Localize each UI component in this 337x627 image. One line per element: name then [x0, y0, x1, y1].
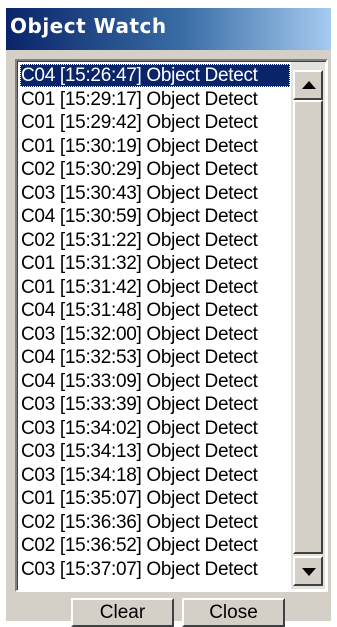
scroll-down-arrow-icon: [302, 568, 316, 576]
list-item[interactable]: C04 [15:30:59] Object Detect: [20, 205, 290, 228]
event-list-inner: C04 [15:26:47] Object Detect C01 [15:29:1…: [17, 61, 326, 590]
list-item[interactable]: C04 [15:31:48] Object Detect: [20, 299, 290, 322]
list-item[interactable]: C01 [15:35:07] Object Detect: [20, 487, 290, 510]
close-button[interactable]: Close: [182, 598, 285, 627]
list-item[interactable]: C03 [15:33:39] Object Detect: [20, 393, 290, 416]
window-title: Object Watch: [10, 14, 167, 38]
list-item[interactable]: C02 [15:30:29] Object Detect: [20, 158, 290, 181]
scroll-up-button[interactable]: [293, 70, 323, 100]
list-item[interactable]: C03 [15:32:00] Object Detect: [20, 323, 290, 346]
list-item[interactable]: C03 [15:34:13] Object Detect: [20, 440, 290, 463]
list-item[interactable]: C01 [15:29:42] Object Detect: [20, 111, 290, 134]
list-item[interactable]: C02 [15:31:22] Object Detect: [20, 229, 290, 252]
list-item[interactable]: C04 [15:26:47] Object Detect: [20, 64, 290, 87]
scroll-up-arrow-icon: [302, 81, 316, 89]
event-list-items: C04 [15:26:47] Object Detect C01 [15:29:1…: [20, 64, 290, 589]
list-item[interactable]: C04 [15:32:53] Object Detect: [20, 346, 290, 369]
title-bar[interactable]: Object Watch: [6, 8, 331, 50]
scroll-thumb[interactable]: [293, 100, 323, 554]
list-item[interactable]: C01 [15:31:42] Object Detect: [20, 276, 290, 299]
list-item[interactable]: C01 [15:29:17] Object Detect: [20, 88, 290, 111]
list-item[interactable]: C04 [15:33:09] Object Detect: [20, 370, 290, 393]
clear-button[interactable]: Clear: [71, 598, 174, 627]
scroll-down-button[interactable]: [293, 556, 323, 586]
list-item[interactable]: C01 [15:31:32] Object Detect: [20, 252, 290, 275]
object-watch-window: Object Watch C04 [15:26:47] Object Detec…: [6, 8, 331, 627]
event-list-box[interactable]: C04 [15:26:47] Object Detect C01 [15:29:1…: [15, 59, 328, 592]
list-item[interactable]: C03 [15:37:07] Object Detect: [20, 558, 290, 581]
list-item[interactable]: C02 [15:36:52] Object Detect: [20, 534, 290, 557]
list-item[interactable]: C03 [15:34:18] Object Detect: [20, 464, 290, 487]
list-item[interactable]: C02 [15:36:36] Object Detect: [20, 511, 290, 534]
list-item[interactable]: C03 [15:30:43] Object Detect: [20, 182, 290, 205]
list-item[interactable]: C03 [15:34:02] Object Detect: [20, 417, 290, 440]
list-item[interactable]: C01 [15:30:19] Object Detect: [20, 135, 290, 158]
vertical-scrollbar[interactable]: [291, 62, 325, 589]
